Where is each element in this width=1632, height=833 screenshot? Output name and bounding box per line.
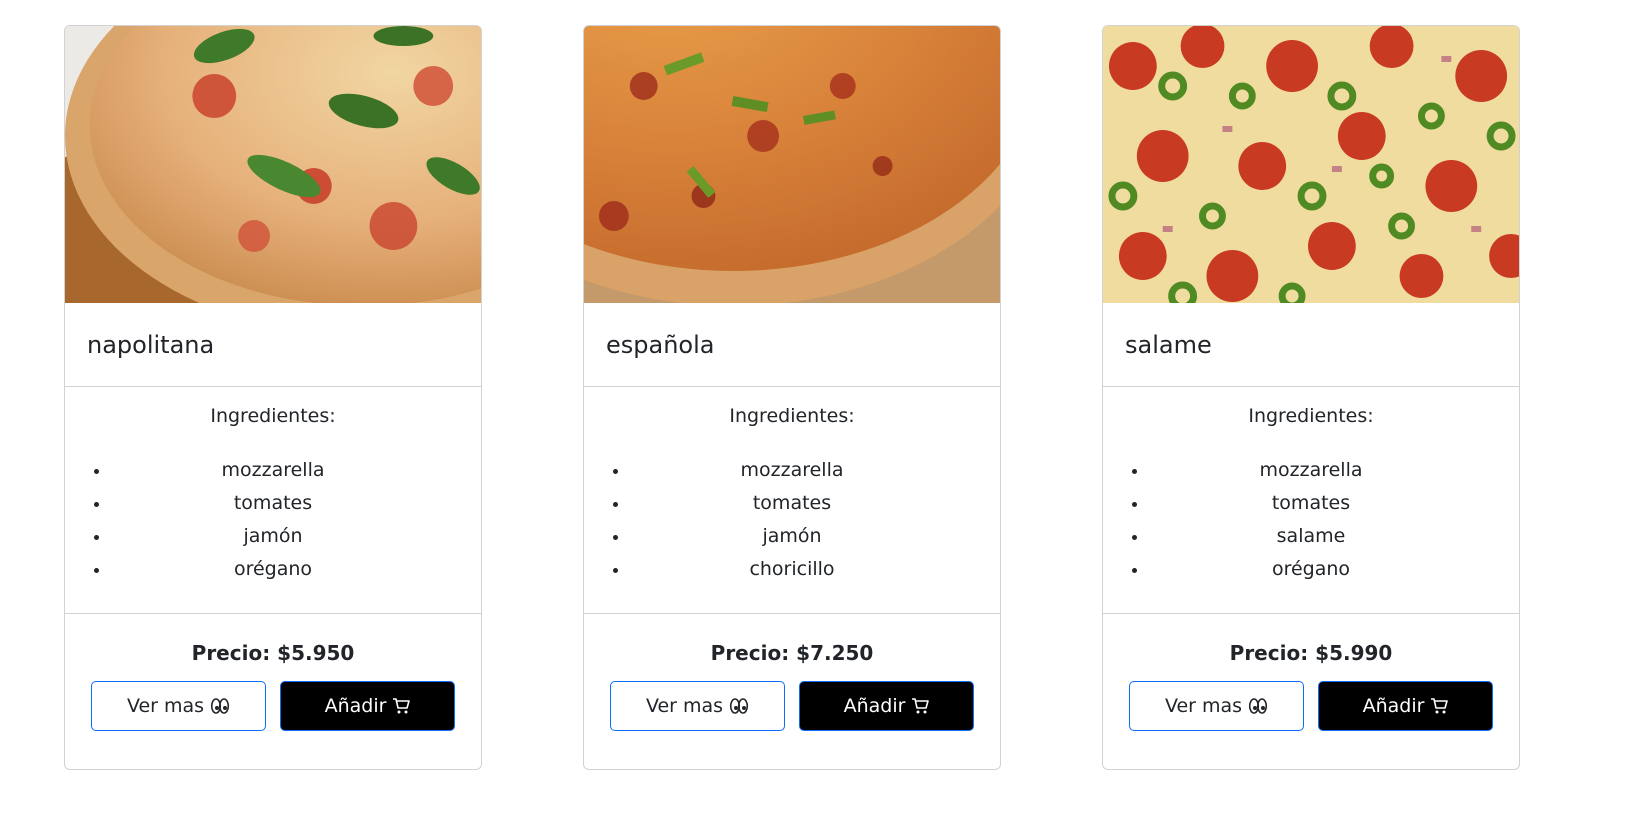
ingredients-title: Ingredientes:	[1248, 405, 1374, 427]
ingredient-item: tomates	[1149, 487, 1519, 520]
add-to-cart-button[interactable]: Añadir	[799, 681, 974, 731]
card-footer: Precio: $7.250 Ver mas Añadir	[584, 614, 1000, 769]
ingredients-section: Ingredientes: mozzarella tomates jamón o…	[65, 387, 481, 614]
ingredient-item: choricillo	[630, 553, 1000, 586]
ingredient-item: mozzarella	[1149, 454, 1519, 487]
ingredient-item: mozzarella	[111, 454, 481, 487]
ingredient-item: jamón	[111, 520, 481, 553]
eyes-icon	[210, 697, 230, 715]
ingredients-list: mozzarella tomates jamón orégano	[65, 454, 481, 586]
pizza-name: napolitana	[65, 303, 481, 387]
card-actions: Ver mas Añadir	[1103, 681, 1519, 731]
cart-icon	[392, 697, 411, 715]
pizza-image-napolitana	[65, 26, 481, 303]
ingredient-item: salame	[1149, 520, 1519, 553]
view-more-button[interactable]: Ver mas	[1129, 681, 1304, 731]
cart-icon	[1430, 697, 1449, 715]
pizza-image-espanola	[584, 26, 1000, 303]
add-label: Añadir	[843, 695, 906, 717]
pizza-card-espanola: española Ingredientes: mozzarella tomate…	[583, 25, 1001, 770]
pizza-card-salame: salame Ingredientes: mozzarella tomates …	[1102, 25, 1520, 770]
add-to-cart-button[interactable]: Añadir	[280, 681, 455, 731]
view-more-label: Ver mas	[126, 695, 205, 717]
add-label: Añadir	[1362, 695, 1425, 717]
card-footer: Precio: $5.950 Ver mas Añadir	[65, 614, 481, 769]
view-more-label: Ver mas	[645, 695, 724, 717]
pizza-name: salame	[1103, 303, 1519, 387]
view-more-button[interactable]: Ver mas	[91, 681, 266, 731]
pizza-name: española	[584, 303, 1000, 387]
ingredients-title: Ingredientes:	[729, 405, 855, 427]
eyes-icon	[729, 697, 749, 715]
card-footer: Precio: $5.990 Ver mas Añadir	[1103, 614, 1519, 769]
ingredients-section: Ingredientes: mozzarella tomates salame …	[1103, 387, 1519, 614]
ingredients-list: mozzarella tomates salame orégano	[1103, 454, 1519, 586]
ingredients-title: Ingredientes:	[210, 405, 336, 427]
ingredient-item: orégano	[1149, 553, 1519, 586]
ingredient-item: jamón	[630, 520, 1000, 553]
pizza-card-napolitana: napolitana Ingredientes: mozzarella toma…	[64, 25, 482, 770]
eyes-icon	[1248, 697, 1268, 715]
ingredient-item: orégano	[111, 553, 481, 586]
price-label: Precio: $5.990	[1229, 641, 1393, 665]
ingredients-section: Ingredientes: mozzarella tomates jamón c…	[584, 387, 1000, 614]
add-to-cart-button[interactable]: Añadir	[1318, 681, 1493, 731]
view-more-button[interactable]: Ver mas	[610, 681, 785, 731]
pizza-image-salame	[1103, 26, 1519, 303]
cart-icon	[911, 697, 930, 715]
card-actions: Ver mas Añadir	[65, 681, 481, 731]
ingredients-list: mozzarella tomates jamón choricillo	[584, 454, 1000, 586]
pizza-card-grid: napolitana Ingredientes: mozzarella toma…	[0, 0, 1632, 833]
ingredient-item: tomates	[111, 487, 481, 520]
view-more-label: Ver mas	[1164, 695, 1243, 717]
card-actions: Ver mas Añadir	[584, 681, 1000, 731]
price-label: Precio: $7.250	[710, 641, 874, 665]
add-label: Añadir	[324, 695, 387, 717]
price-label: Precio: $5.950	[191, 641, 355, 665]
ingredient-item: mozzarella	[630, 454, 1000, 487]
ingredient-item: tomates	[630, 487, 1000, 520]
